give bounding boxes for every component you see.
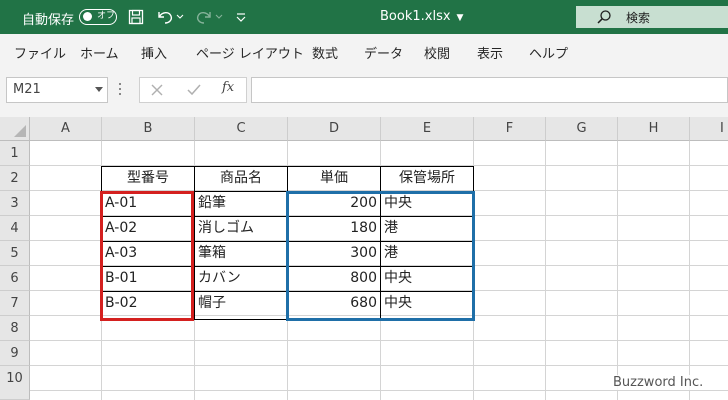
tab-formulas[interactable]: 数式 xyxy=(312,43,338,62)
cell-d3[interactable]: 200 xyxy=(288,191,380,216)
tab-help[interactable]: ヘルプ xyxy=(529,43,568,62)
cell-c4[interactable]: 消しゴム xyxy=(195,216,287,241)
insert-function-icon[interactable]: fx xyxy=(222,80,234,95)
file-title[interactable]: Book1.xlsx ▼ xyxy=(380,9,463,24)
autosave-label: 自動保存 xyxy=(22,13,75,28)
tab-review[interactable]: 校閲 xyxy=(424,43,450,62)
column-header-b[interactable]: B xyxy=(102,117,195,141)
column-header-g[interactable]: G xyxy=(546,117,618,141)
name-box-dropdown-icon[interactable] xyxy=(95,87,103,92)
tab-page-layout[interactable]: ページ レイアウト xyxy=(196,43,304,62)
cell-e2[interactable]: 保管場所 xyxy=(381,166,473,191)
autosave-state: オフ xyxy=(97,11,116,21)
row-header-3[interactable]: 3 xyxy=(0,191,30,216)
toggle-knob xyxy=(83,12,92,21)
cell-d2[interactable]: 単価 xyxy=(288,166,380,191)
name-box-value: M21 xyxy=(13,82,41,97)
cell-b4[interactable]: A-02 xyxy=(102,216,194,241)
row-header-4[interactable]: 4 xyxy=(0,216,30,241)
cell-e4[interactable]: 港 xyxy=(381,216,473,241)
tab-view[interactable]: 表示 xyxy=(477,43,503,62)
cancel-icon[interactable] xyxy=(150,82,164,101)
cell-c7[interactable]: 帽子 xyxy=(195,291,287,316)
cell-c6[interactable]: カバン xyxy=(195,266,287,291)
cell-b6[interactable]: B-01 xyxy=(102,266,194,291)
cell-c5[interactable]: 筆箱 xyxy=(195,241,287,266)
search-placeholder: 検索 xyxy=(626,11,651,25)
tab-file[interactable]: ファイル xyxy=(14,43,66,62)
row-header-7[interactable]: 7 xyxy=(0,291,30,316)
autosave-toggle[interactable]: オフ xyxy=(79,9,117,25)
row-header-5[interactable]: 5 xyxy=(0,241,30,266)
search-box[interactable]: 検索 xyxy=(576,6,728,28)
cell-e7[interactable]: 中央 xyxy=(381,291,473,316)
row-header-1[interactable]: 1 xyxy=(0,141,30,166)
row-header-9[interactable]: 9 xyxy=(0,341,30,366)
cell-b3[interactable]: A-01 xyxy=(102,191,194,216)
cell-d4[interactable]: 180 xyxy=(288,216,380,241)
cell-b7[interactable]: B-02 xyxy=(102,291,194,316)
cell-b2[interactable]: 型番号 xyxy=(102,166,194,191)
cell-e5[interactable]: 港 xyxy=(381,241,473,266)
row-header-6[interactable]: 6 xyxy=(0,266,30,291)
redo-icon[interactable] xyxy=(195,8,225,26)
title-caret-icon: ▼ xyxy=(456,13,464,23)
cell-d7[interactable]: 680 xyxy=(288,291,380,316)
name-box[interactable]: M21 xyxy=(6,77,108,103)
cell-d6[interactable]: 800 xyxy=(288,266,380,291)
cell-e6[interactable]: 中央 xyxy=(381,266,473,291)
column-header-h[interactable]: H xyxy=(618,117,690,141)
formula-buttons: fx xyxy=(139,77,247,103)
select-all-icon xyxy=(14,125,26,137)
row-header-8[interactable]: 8 xyxy=(0,316,30,341)
column-header-f[interactable]: F xyxy=(474,117,546,141)
column-header-i[interactable]: I xyxy=(690,117,728,141)
select-all-corner[interactable] xyxy=(0,117,30,141)
save-icon[interactable] xyxy=(127,8,145,26)
ribbon-tabs: ファイル ホーム 挿入 ページ レイアウト 数式 データ 校閲 表示 ヘルプ xyxy=(0,34,728,69)
cell-e3[interactable]: 中央 xyxy=(381,191,473,216)
tab-insert[interactable]: 挿入 xyxy=(141,43,167,62)
formula-bar-grip-icon[interactable] xyxy=(119,80,122,98)
formula-bar: M21 fx xyxy=(0,68,728,118)
formula-input[interactable] xyxy=(251,77,728,103)
row-header-10[interactable]: 10 xyxy=(0,366,30,400)
tab-data[interactable]: データ xyxy=(364,43,403,62)
column-header-e[interactable]: E xyxy=(381,117,474,141)
enter-icon[interactable] xyxy=(186,82,202,101)
cell-c2[interactable]: 商品名 xyxy=(195,166,287,191)
watermark: Buzzword Inc. xyxy=(611,375,706,390)
search-icon xyxy=(596,9,612,29)
cell-d5[interactable]: 300 xyxy=(288,241,380,266)
title-bar: 自動保存 オフ Book1.xlsx ▼ 検索 xyxy=(0,0,728,34)
tab-home[interactable]: ホーム xyxy=(80,43,119,62)
column-header-c[interactable]: C xyxy=(195,117,288,141)
cell-c3[interactable]: 鉛筆 xyxy=(195,191,287,216)
cell-b5[interactable]: A-03 xyxy=(102,241,194,266)
row-header-2[interactable]: 2 xyxy=(0,166,30,191)
column-header-d[interactable]: D xyxy=(288,117,381,141)
undo-icon[interactable] xyxy=(155,8,185,26)
column-header-a[interactable]: A xyxy=(30,117,102,141)
customize-toolbar-icon[interactable] xyxy=(234,8,248,26)
